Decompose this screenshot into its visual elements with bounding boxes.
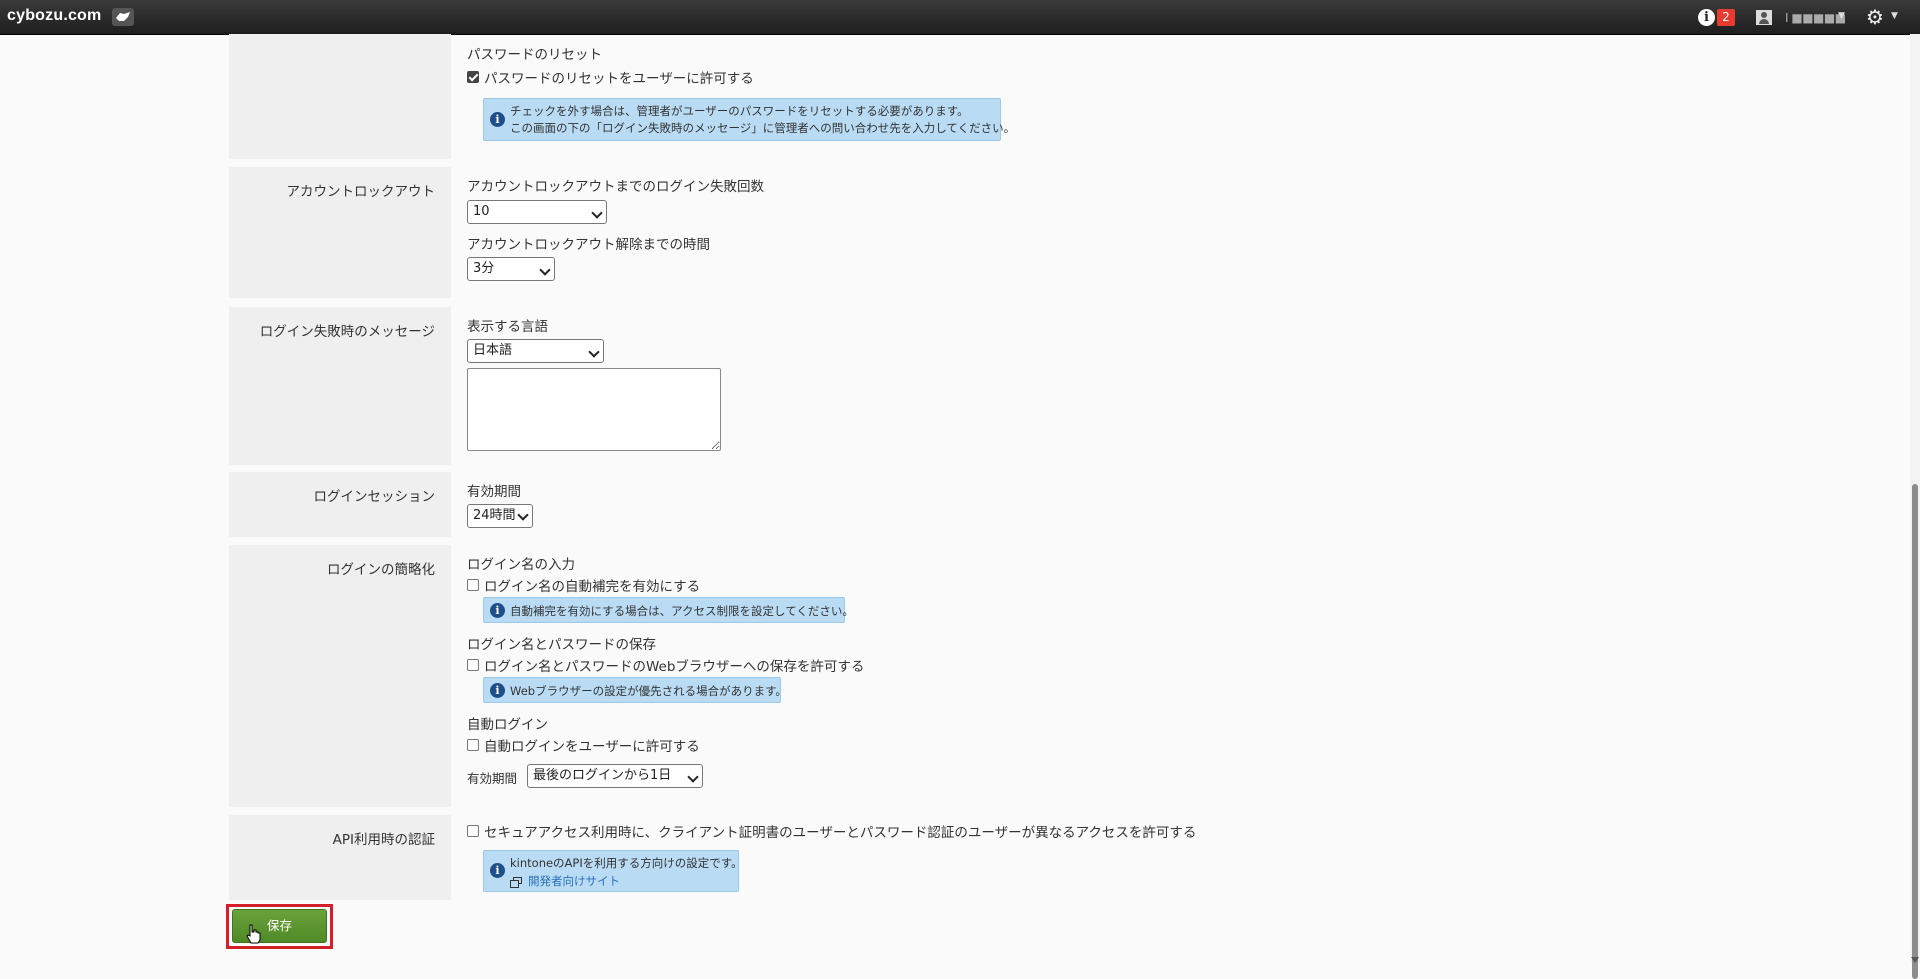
notification-info-icon[interactable]: i xyxy=(1698,9,1715,26)
developer-site-link[interactable]: 開発者向けサイト xyxy=(528,873,620,889)
auto-login-heading: 自動ログイン xyxy=(467,717,548,733)
auto-login-period-select[interactable]: 最後のログインから1日 xyxy=(527,764,703,788)
vertical-scrollbar[interactable] xyxy=(1910,34,1920,979)
login-session-row: ログインセッション 有効期間 24時間 xyxy=(229,472,1579,537)
credential-save-checkbox[interactable] xyxy=(467,659,479,671)
lockout-attempts-select[interactable]: 10 xyxy=(467,200,607,224)
login-failure-message-textarea[interactable] xyxy=(467,368,721,451)
display-language-value: 日本語 xyxy=(473,343,513,358)
hand-cursor-icon xyxy=(246,924,261,944)
chevron-down-icon xyxy=(687,771,699,783)
api-auth-row: API利用時の認証 セキュアアクセス利用時に、クライアント証明書のユーザーとパス… xyxy=(229,815,1579,900)
api-auth-info-text: kintoneのAPIを利用する方向けの設定です。 xyxy=(510,856,743,870)
autocomplete-checkbox-label[interactable]: ログイン名の自動補完を有効にする xyxy=(484,575,700,595)
chevron-down-icon xyxy=(539,264,551,276)
scroll-down-arrow-icon[interactable] xyxy=(1911,957,1919,963)
login-simplify-row: ログインの簡略化 ログイン名の入力 ログイン名の自動補完を有効にする i 自動補… xyxy=(229,545,1579,807)
auto-login-checkbox[interactable] xyxy=(467,739,479,751)
autocomplete-info-text: 自動補完を有効にする場合は、アクセス制限を設定してください。 xyxy=(510,604,854,618)
session-period-select[interactable]: 24時間 xyxy=(467,504,533,528)
password-reset-row: パスワードのリセット パスワードのリセットをユーザーに許可する i チェックを外… xyxy=(229,34,1579,159)
password-reset-checkbox[interactable] xyxy=(467,71,479,83)
api-auth-checkbox-label[interactable]: セキュアアクセス利用時に、クライアント証明書のユーザーとパスワード認証のユーザー… xyxy=(484,821,1196,841)
api-auth-info-box: i kintoneのAPIを利用する方向けの設定です。 開発者向けサイト xyxy=(483,850,743,892)
login-failure-message-row: ログイン失敗時のメッセージ 表示する言語 日本語 xyxy=(229,307,1579,465)
top-bar: cybozu.com i 2 I ■■■■■ ▼ ⚙ ▼ xyxy=(0,0,1920,35)
user-avatar-icon[interactable] xyxy=(1756,10,1772,25)
password-reset-info-box: i チェックを外す場合は、管理者がユーザーのパスワードをリセットする必要がありま… xyxy=(483,98,1015,141)
display-language-heading: 表示する言語 xyxy=(467,319,548,335)
cybozu-logo[interactable]: cybozu.com xyxy=(7,7,101,25)
login-simplify-label: ログインの簡略化 xyxy=(229,545,451,807)
lockout-unlock-value: 3分 xyxy=(473,261,495,276)
settings-gear-icon[interactable]: ⚙ xyxy=(1866,7,1884,27)
chevron-down-icon xyxy=(517,509,529,521)
chevron-down-icon xyxy=(591,207,603,219)
credential-save-heading: ログイン名とパスワードの保存 xyxy=(467,637,656,653)
password-reset-info-line2: この画面の下の「ログイン失敗時のメッセージ」に管理者への問い合わせ先を入力してく… xyxy=(510,121,1016,135)
info-icon: i xyxy=(490,863,505,878)
auto-login-period-label: 有効期間 xyxy=(467,771,518,786)
credential-save-checkbox-label[interactable]: ログイン名とパスワードのWebブラウザーへの保存を許可する xyxy=(484,655,864,675)
login-failure-message-label: ログイン失敗時のメッセージ xyxy=(229,307,451,465)
lockout-attempts-value: 10 xyxy=(473,204,490,219)
credential-save-info-text: Webブラウザーの設定が優先される場合があります。 xyxy=(510,684,787,698)
external-window-icon xyxy=(510,877,522,888)
autocomplete-info-box: i 自動補完を有効にする場合は、アクセス制限を設定してください。 xyxy=(483,597,854,623)
api-auth-checkbox[interactable] xyxy=(467,825,479,837)
session-period-heading: 有効期間 xyxy=(467,484,521,500)
settings-caret-icon[interactable]: ▼ xyxy=(1891,11,1898,21)
scrollbar-thumb[interactable] xyxy=(1912,484,1918,979)
password-reset-checkbox-label[interactable]: パスワードのリセットをユーザーに許可する xyxy=(484,67,754,87)
info-icon: i xyxy=(490,603,505,618)
auto-login-checkbox-label[interactable]: 自動ログインをユーザーに許可する xyxy=(484,735,700,755)
lockout-unlock-heading: アカウントロックアウト解除までの時間 xyxy=(467,237,710,253)
user-name[interactable]: I ■■■■■ xyxy=(1785,11,1846,25)
credential-save-info-box: i Webブラウザーの設定が優先される場合があります。 xyxy=(483,677,787,703)
auto-login-period-value: 最後のログインから1日 xyxy=(533,768,672,783)
display-language-select[interactable]: 日本語 xyxy=(467,339,604,363)
app-menu-icon[interactable] xyxy=(112,8,134,26)
user-menu-caret-icon[interactable]: ▼ xyxy=(1838,11,1845,21)
account-lockout-row: アカウントロックアウト アカウントロックアウトまでのログイン失敗回数 10 アカ… xyxy=(229,167,1579,298)
lockout-attempts-heading: アカウントロックアウトまでのログイン失敗回数 xyxy=(467,179,764,195)
info-icon: i xyxy=(490,683,505,698)
lockout-unlock-select[interactable]: 3分 xyxy=(467,257,555,281)
autocomplete-checkbox[interactable] xyxy=(467,579,479,591)
login-name-input-heading: ログイン名の入力 xyxy=(467,557,575,573)
chevron-down-icon xyxy=(588,346,600,358)
info-icon: i xyxy=(490,112,505,127)
password-reset-row-label xyxy=(229,34,451,159)
password-reset-info-line1: チェックを外す場合は、管理者がユーザーのパスワードをリセットする必要があります。 xyxy=(510,104,969,118)
account-lockout-label: アカウントロックアウト xyxy=(229,167,451,298)
session-period-value: 24時間 xyxy=(473,508,516,523)
api-auth-label: API利用時の認証 xyxy=(229,815,451,900)
login-session-label: ログインセッション xyxy=(229,472,451,537)
notification-count-badge[interactable]: 2 xyxy=(1717,9,1735,26)
password-reset-heading: パスワードのリセット xyxy=(467,47,602,63)
